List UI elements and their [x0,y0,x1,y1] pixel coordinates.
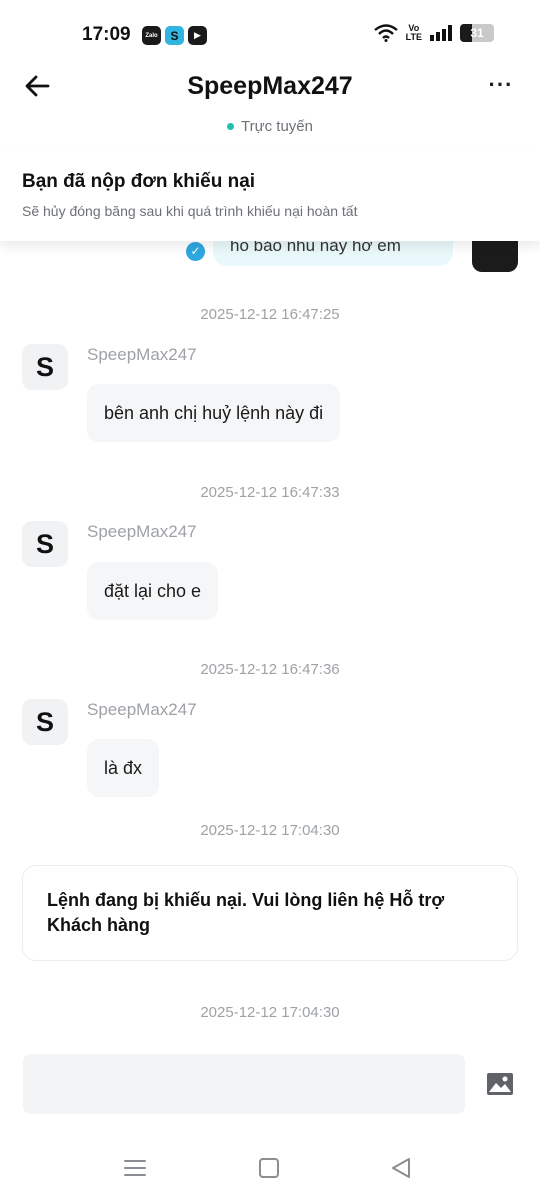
speed-app-icon: S [165,26,184,45]
chat-header: SpeepMax247 ··· Trực tuyến [0,62,540,152]
battery-icon: 31 [460,24,494,42]
sender-avatar: S [22,344,68,390]
battery-level: 31 [470,26,484,40]
home-button[interactable] [256,1155,282,1181]
nav-back-button[interactable] [388,1155,414,1181]
chat-messages[interactable]: ✓ ho bảo nhu này hơ em 2025-12-12 16:47:… [0,200,540,1035]
chat-title: SpeepMax247 [187,72,353,100]
notification-icons: Zalo S ▶ [142,26,207,45]
system-nav-bar [0,1140,540,1200]
youtube-icon: ▶ [188,26,207,45]
message-timestamp: 2025-12-12 17:04:30 [200,1004,340,1021]
message-composer [0,1036,540,1136]
wifi-icon [373,24,398,42]
check-circle-icon: ✓ [186,242,205,261]
sender-name: SpeepMax247 [87,345,197,364]
volte-bottom-label: LTE [405,32,422,42]
message-timestamp: 2025-12-12 16:47:33 [200,484,340,501]
message-timestamp: 2025-12-12 17:04:30 [200,822,340,839]
system-indicators: Vo LTE 31 [373,24,494,42]
banner-subtitle: Sẽ hủy đóng băng sau khi quá trình khiếu… [22,203,358,219]
banner-title: Bạn đã nộp đơn khiếu nại [22,171,256,192]
sender-name: SpeepMax247 [87,522,197,541]
online-dot-icon [226,122,234,130]
menu-icon [124,1160,146,1176]
message-timestamp: 2025-12-12 16:47:25 [200,306,340,323]
back-icon [392,1158,410,1178]
more-options-button[interactable]: ··· [486,70,516,100]
online-status-label: Trực tuyến [240,118,313,135]
attach-image-button[interactable] [486,1072,514,1096]
home-icon [259,1158,279,1178]
status-time: 17:09 [82,24,131,45]
image-icon [487,1073,513,1095]
zalo-icon: Zalo [142,26,161,45]
message-input[interactable] [23,1054,465,1114]
message-bubble: bên anh chị huỷ lệnh này đi [87,384,341,442]
system-notice: Lệnh đang bị khiếu nại. Vui lòng liên hệ… [22,865,518,961]
sender-avatar: S [22,521,68,567]
recent-apps-button[interactable] [122,1155,148,1181]
signal-icon [430,25,452,41]
online-status: Trực tuyến [0,118,540,135]
sender-name: SpeepMax247 [87,700,197,719]
message-bubble: là đx [87,739,160,797]
volte-indicator: Vo LTE [406,24,422,42]
more-options-icon: ··· [488,72,514,97]
message-bubble: đặt lại cho e [87,562,219,620]
message-timestamp: 2025-12-12 16:47:36 [200,661,340,678]
status-bar: 17:09 Zalo S ▶ Vo LTE 31 [0,0,540,70]
complaint-banner: Bạn đã nộp đơn khiếu nại Sẽ hủy đóng băn… [0,153,540,241]
sender-avatar: S [22,699,68,745]
